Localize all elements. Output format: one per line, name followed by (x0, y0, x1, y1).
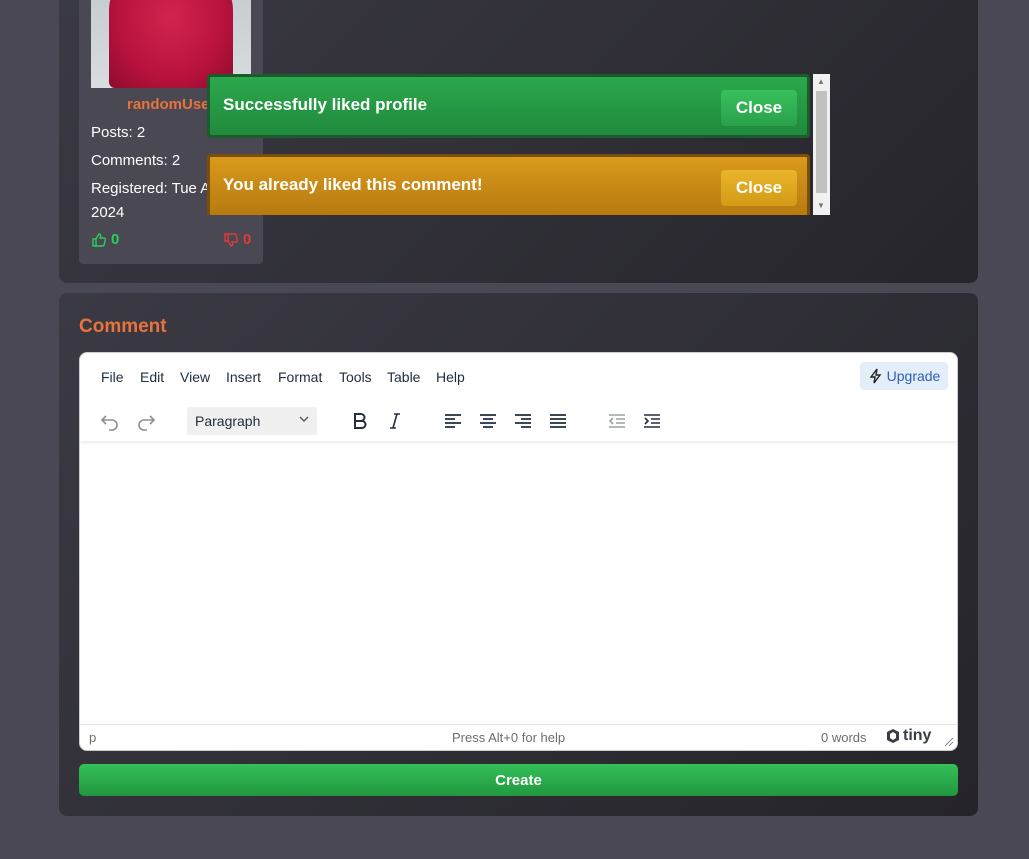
editor-toolbar: Paragraph (80, 401, 957, 441)
upgrade-button[interactable]: Upgrade (860, 362, 948, 390)
resize-handle-icon[interactable] (944, 737, 954, 747)
tiny-brand-label: tiny (903, 727, 932, 744)
align-right-icon (515, 414, 531, 428)
italic-icon (390, 413, 400, 429)
menu-file[interactable]: File (101, 369, 124, 385)
bold-icon (354, 413, 367, 429)
toast-success: Successfully liked profile Close (207, 74, 810, 138)
scroll-down-arrow-icon[interactable]: ▼ (817, 202, 825, 210)
menu-view[interactable]: View (180, 369, 210, 385)
author-registered-year: 2024 (91, 204, 125, 221)
author-registered: Registered: Tue A (91, 180, 211, 197)
align-center-icon (480, 414, 496, 428)
thumbs-up-icon (92, 232, 107, 247)
bold-button[interactable] (346, 407, 374, 435)
block-format-value: Paragraph (195, 413, 261, 429)
editor-statusbar: p Press Alt+0 for help 0 words tiny (80, 724, 957, 750)
toast-close-button[interactable]: Close (721, 90, 797, 126)
toast-close-button[interactable]: Close (721, 170, 797, 206)
align-center-button[interactable] (474, 407, 502, 435)
menu-insert[interactable]: Insert (226, 369, 261, 385)
outdent-button[interactable] (603, 407, 631, 435)
author-comments-count: Comments: 2 (91, 152, 181, 169)
element-path[interactable]: p (89, 730, 96, 745)
author-posts-count: Posts: 2 (91, 124, 146, 141)
menu-edit[interactable]: Edit (140, 369, 164, 385)
menu-format[interactable]: Format (278, 369, 322, 385)
tiny-logo-icon (887, 729, 899, 743)
word-count[interactable]: 0 words (821, 730, 867, 745)
block-format-select[interactable]: Paragraph (187, 407, 317, 435)
align-left-icon (445, 414, 461, 428)
dislike-count: 0 (243, 231, 252, 248)
upgrade-label: Upgrade (886, 368, 941, 384)
like-button[interactable]: 0 (91, 231, 119, 248)
like-count: 0 (111, 231, 120, 248)
italic-button[interactable] (381, 407, 409, 435)
toast-message: Successfully liked profile (223, 95, 428, 114)
align-right-button[interactable] (509, 407, 537, 435)
comment-section-title: Comment (79, 316, 167, 337)
menu-help[interactable]: Help (436, 369, 465, 385)
redo-button[interactable] (132, 407, 160, 435)
justify-button[interactable] (544, 407, 572, 435)
redo-icon (138, 415, 156, 431)
help-hint: Press Alt+0 for help (452, 730, 566, 745)
outdent-icon (608, 414, 625, 428)
toast-scrollbar[interactable]: ▲ ▼ (813, 74, 830, 215)
scroll-up-arrow-icon[interactable]: ▲ (817, 78, 825, 86)
undo-button[interactable] (96, 407, 124, 435)
menu-table[interactable]: Table (387, 369, 420, 385)
justify-icon (550, 414, 566, 428)
undo-icon (100, 415, 118, 431)
create-comment-button[interactable]: Create (79, 764, 958, 796)
toast-container: Successfully liked profile Close You alr… (207, 74, 830, 215)
author-username[interactable]: randomUse (127, 96, 210, 113)
toast-warning: You already liked this comment! Close (207, 154, 810, 215)
thumbs-down-icon (224, 232, 239, 247)
menu-tools[interactable]: Tools (339, 369, 372, 385)
lightning-icon (869, 368, 882, 384)
chevron-down-icon (299, 416, 309, 422)
rich-text-editor: File Edit View Insert Format Tools Table… (79, 352, 958, 751)
tiny-brand-link[interactable]: tiny (885, 727, 931, 745)
indent-icon (644, 414, 660, 428)
editor-content-area[interactable] (80, 443, 957, 725)
toast-message: You already liked this comment! (223, 175, 483, 194)
dislike-button[interactable]: 0 (223, 231, 251, 248)
align-left-button[interactable] (439, 407, 467, 435)
indent-button[interactable] (638, 407, 666, 435)
editor-menubar: File Edit View Insert Format Tools Table… (80, 353, 957, 401)
scrollbar-thumb[interactable] (816, 91, 827, 193)
